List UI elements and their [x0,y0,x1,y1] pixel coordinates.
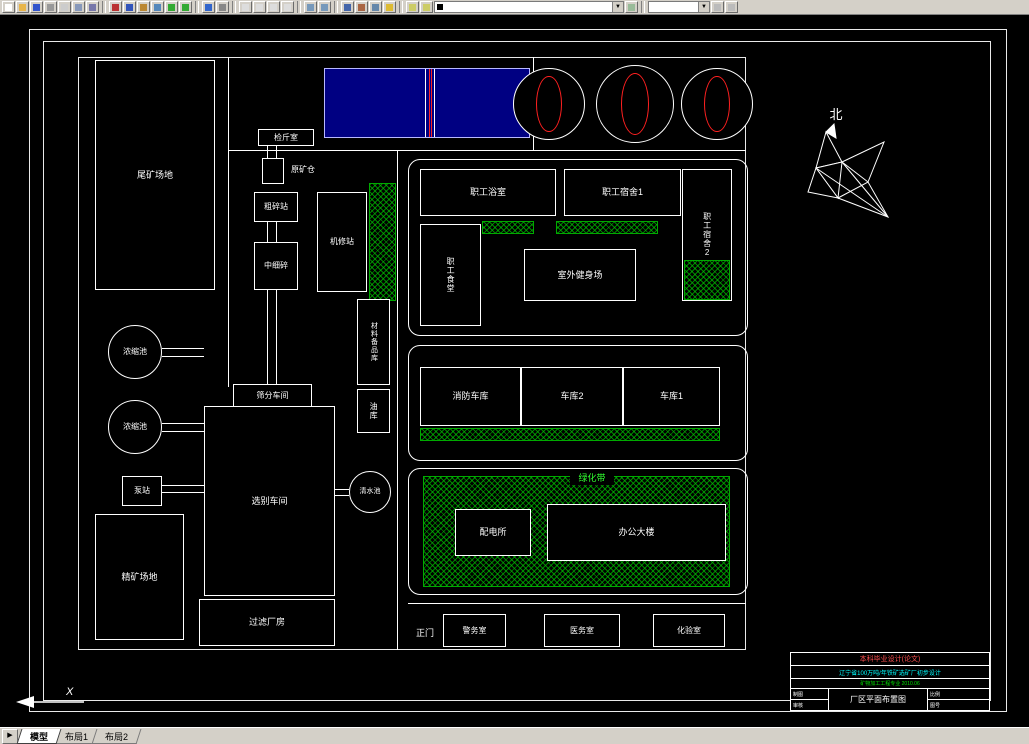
office-building[interactable]: 办公大楼 [547,504,726,561]
ore-bin-label[interactable]: 原矿仓 [286,163,320,176]
titleblock-school-line[interactable]: 本科毕业设计(论文) [791,653,989,666]
pool-divider-right[interactable] [434,69,435,137]
materials-warehouse[interactable]: 材料备品库 [357,299,390,385]
pipe-thickener1-a[interactable] [162,348,204,349]
mid-fine-crushing[interactable]: 中细碎 [254,242,298,290]
north-arrow-crane-icon [807,122,890,218]
red-ellipse-mark [536,75,562,133]
round-tank-2[interactable] [596,65,674,143]
layout-tabs: 模型 布局1 布局2 [16,728,142,744]
power-substation[interactable]: 配电所 [455,509,531,556]
ucs-icon[interactable]: X [8,686,94,714]
green-belt-label[interactable]: 绿化带 [570,471,614,485]
titleblock-cell-draw: 制图 [793,691,804,698]
sorting-workshop[interactable]: 选别车间 [204,406,335,596]
chute-screen-l[interactable] [267,290,268,384]
titleblock-drawing-name[interactable]: 厂区平面布置图 [829,689,927,710]
road-top[interactable] [228,150,746,151]
fire-garage[interactable]: 消防车库 [420,367,521,426]
chute-crush-r[interactable] [276,222,277,242]
hatch-strip-west[interactable] [369,183,396,301]
pipe-pump-b[interactable] [162,492,204,493]
main-gate-label[interactable]: 正门 [411,626,439,640]
hatch-res-1[interactable] [482,221,534,234]
tab-layout1-label: 布局1 [65,731,89,742]
machine-repair-station[interactable]: 机修站 [317,192,367,292]
hatch-res-2[interactable] [556,221,658,234]
pump-station[interactable]: 泵站 [122,476,162,506]
clear-water-pool[interactable]: 清水池 [349,471,391,513]
chute-crush-l[interactable] [267,222,268,242]
layout-tab-bar: ▶ 模型 布局1 布局2 [0,727,1029,744]
tab-model-label: 模型 [30,731,49,742]
hatch-garage-strip[interactable] [420,428,720,441]
road-left-vertical[interactable] [228,57,229,387]
pipe-pump-a[interactable] [162,485,204,486]
drawing-entities-layer: 尾矿场地 检斤室 原矿仓 粗碎站 中细碎 机修站 职工浴室 职工宿舍1 职工宿舍2 职工食堂 室外健… [0,0,1029,744]
chute-screen-r[interactable] [276,290,277,384]
filter-plant[interactable]: 过滤厂房 [199,599,335,646]
pipe-clearwater-a[interactable] [335,489,349,490]
title-block[interactable]: 本科毕业设计(论文) 辽宁省100万吨/年铁矿选矿厂初步设计 矿物加工工程专业 … [790,652,990,711]
titleblock-cell-number: 图号 [928,699,989,710]
pool-red-line-a[interactable] [429,69,430,137]
round-tank-1[interactable] [513,68,585,140]
titleblock-project-line[interactable]: 辽宁省100万吨/年铁矿选矿厂初步设计 [791,666,989,679]
garage-1[interactable]: 车库1 [623,367,720,426]
tailings-yard[interactable]: 尾矿场地 [95,60,215,290]
concentrate-yard[interactable]: 精矿场地 [95,514,184,640]
oil-depot[interactable]: 油库 [357,389,390,433]
road-bottom[interactable] [408,603,746,604]
pipe-clearwater-b[interactable] [335,495,349,496]
hatch-res-3[interactable] [684,260,730,300]
pipe-thickener2-a[interactable] [162,423,204,424]
pool-divider-left[interactable] [425,69,426,137]
north-arrow[interactable] [796,120,901,225]
medical-room[interactable]: 医务室 [544,614,620,647]
tab-scroll-button[interactable]: ▶ [2,729,18,744]
thickener-1[interactable]: 浓缩池 [108,325,162,379]
ucs-x-label: X [66,686,74,698]
pool-red-line-b[interactable] [431,69,432,137]
round-tank-3[interactable] [681,68,753,140]
coarse-crushing[interactable]: 粗碎站 [254,192,298,222]
ore-bin-box[interactable] [262,158,284,184]
titleblock-info-line[interactable]: 矿物加工工程专业 2010.06 [791,679,989,689]
chute-weigh-r[interactable] [276,146,277,158]
police-room[interactable]: 警务室 [443,614,506,647]
chute-weigh-l[interactable] [267,146,268,158]
titleblock-cell-scale: 比例 [930,691,941,698]
thickener-2[interactable]: 浓缩池 [108,400,162,454]
pipe-thickener1-b[interactable] [162,356,204,357]
outdoor-gym[interactable]: 室外健身场 [524,249,636,301]
tab-layout2[interactable]: 布局2 [91,729,142,744]
laboratory[interactable]: 化验室 [653,614,725,647]
tab-model[interactable]: 模型 [16,729,62,744]
tab-layout2-label: 布局2 [105,731,129,742]
garage-2[interactable]: 车库2 [521,367,623,426]
titleblock-cell-check: 审核 [791,699,828,710]
sedimentation-pool[interactable] [324,68,530,138]
staff-canteen[interactable]: 职工食堂 [420,224,481,326]
pipe-thickener2-b[interactable] [162,431,204,432]
staff-dorm-1[interactable]: 职工宿舍1 [564,169,681,216]
red-ellipse-mark [621,73,649,135]
staff-bathhouse[interactable]: 职工浴室 [420,169,556,216]
red-ellipse-mark [704,75,730,133]
screening-workshop[interactable]: 筛分车间 [233,384,312,407]
ucs-x-axis-arrow-icon [16,696,84,708]
weigh-room[interactable]: 检斤室 [258,129,314,146]
road-mid-vertical[interactable] [397,150,398,650]
